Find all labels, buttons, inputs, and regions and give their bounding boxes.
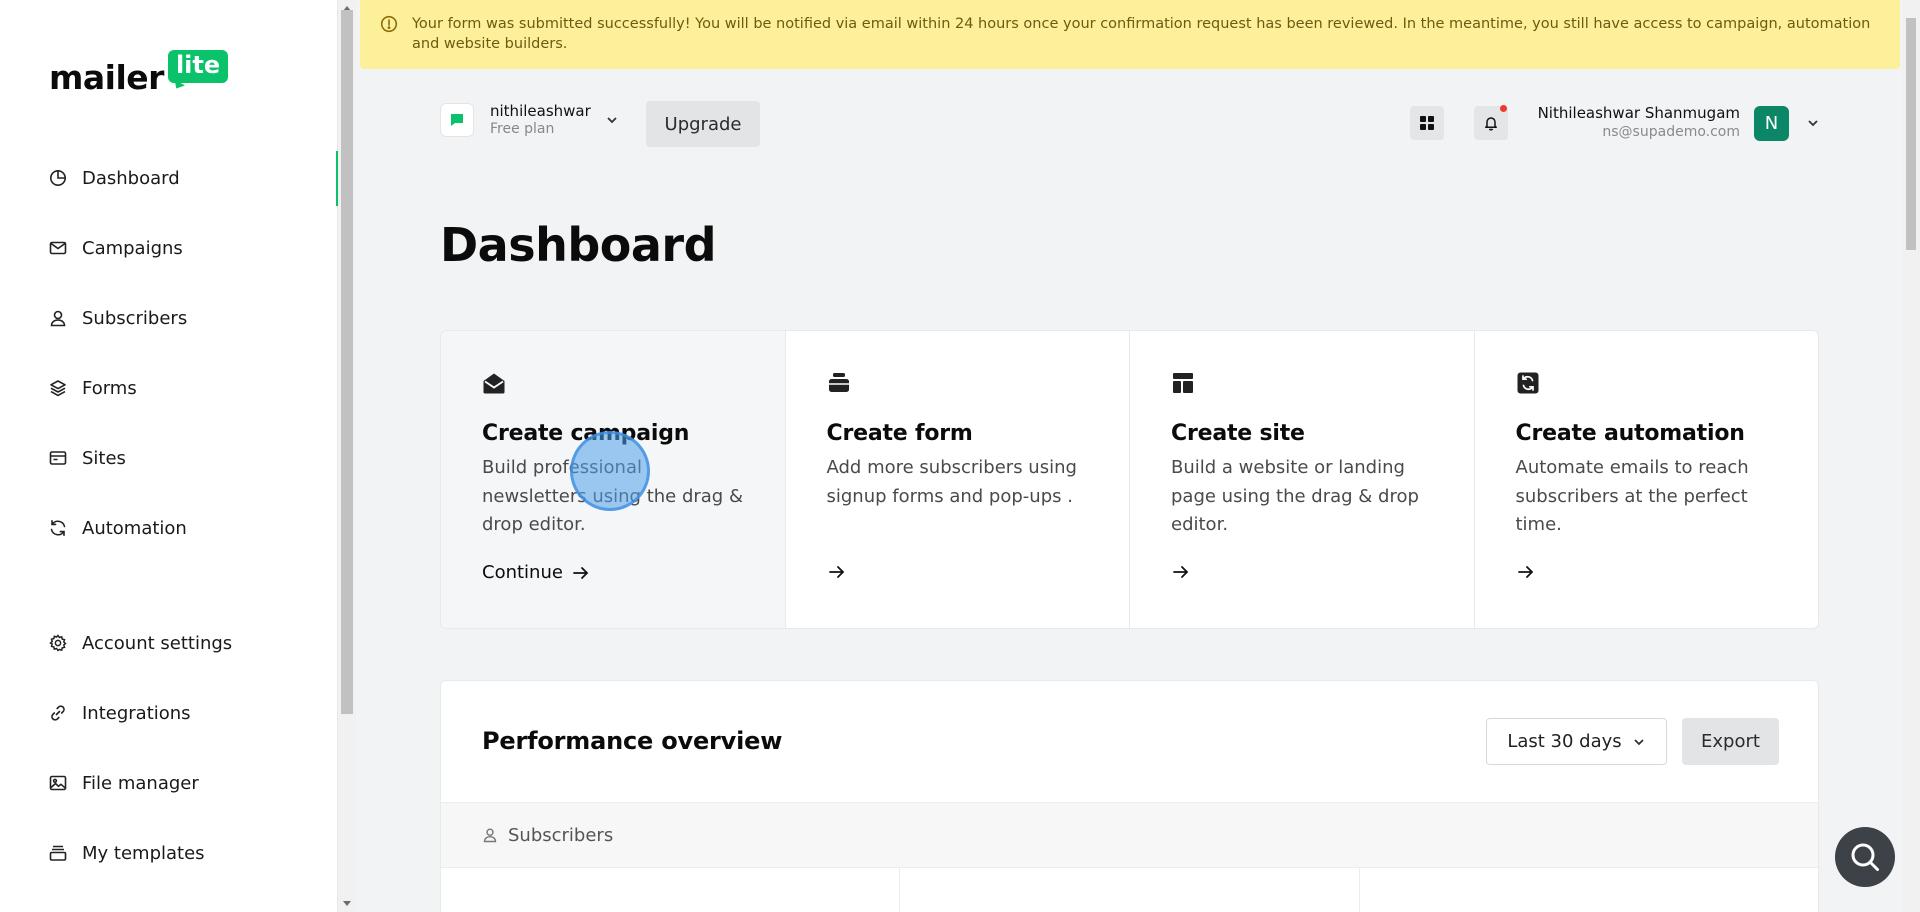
continue-link[interactable]: Continue xyxy=(482,562,591,583)
scroll-down-arrow-icon[interactable] xyxy=(343,901,351,906)
stat-column xyxy=(900,868,1360,912)
user-icon xyxy=(483,828,497,843)
sidebar: mailer lite Dashboard Campaigns Subscrib… xyxy=(0,0,338,912)
logo-badge: lite xyxy=(167,50,229,83)
card-title: Create form xyxy=(826,421,973,446)
layers-icon xyxy=(49,379,67,397)
arrow-right-icon xyxy=(828,566,844,578)
sidebar-item-file-manager[interactable]: File manager xyxy=(49,768,199,798)
notifications-button[interactable] xyxy=(1474,105,1508,140)
sidebar-scrollbar[interactable] xyxy=(338,0,356,912)
user-info[interactable]: Nithileashwar Shanmugam ns@supademo.com xyxy=(1538,103,1740,141)
sidebar-item-label: Dashboard xyxy=(82,167,180,189)
form-stack-icon xyxy=(828,373,849,392)
click-indicator xyxy=(570,431,650,511)
date-range-select[interactable]: Last 30 days xyxy=(1486,718,1667,765)
sidebar-item-forms[interactable]: Forms xyxy=(49,373,137,403)
arrow-right-icon xyxy=(573,566,589,579)
warning-circle-icon xyxy=(380,15,398,33)
dashboard-icon xyxy=(49,169,67,187)
create-form-arrow-link[interactable] xyxy=(827,562,847,582)
create-automation-arrow-link[interactable] xyxy=(1516,562,1536,582)
performance-overview: Performance overview Last 30 days Export… xyxy=(440,680,1819,912)
create-automation-card[interactable]: Create automation Automate emails to rea… xyxy=(1475,331,1819,628)
layout-icon xyxy=(1173,373,1193,393)
sidebar-item-integrations[interactable]: Integrations xyxy=(49,698,191,728)
help-button[interactable] xyxy=(1835,827,1895,887)
tab-label: Subscribers xyxy=(508,824,614,846)
section-title: Performance overview xyxy=(482,727,783,755)
account-name: nithileashwar xyxy=(490,102,591,120)
image-icon xyxy=(49,774,67,792)
logo-word: mailer xyxy=(49,58,164,97)
upgrade-button[interactable]: Upgrade xyxy=(646,101,760,147)
sidebar-item-label: My templates xyxy=(82,842,205,864)
create-site-card[interactable]: Create site Build a website or landing p… xyxy=(1130,331,1475,628)
bell-icon xyxy=(1485,117,1497,131)
sidebar-item-campaigns[interactable]: Campaigns xyxy=(49,233,183,263)
sidebar-item-label: Sites xyxy=(82,447,126,469)
link-icon xyxy=(49,704,67,722)
user-icon xyxy=(49,309,67,327)
sidebar-item-label: Integrations xyxy=(82,702,191,724)
card-description: Automate emails to reach subscribers at … xyxy=(1515,457,1749,535)
subscribers-tab[interactable]: Subscribers xyxy=(441,802,1818,868)
open-envelope-icon xyxy=(483,373,505,394)
account-plan: Free plan xyxy=(490,121,555,137)
sidebar-item-sites[interactable]: Sites xyxy=(49,443,126,473)
chevron-down-icon[interactable] xyxy=(1806,116,1820,130)
stat-column xyxy=(1360,868,1818,912)
browser-icon xyxy=(49,449,67,467)
sidebar-item-label: Forms xyxy=(82,377,137,399)
card-description: Add more subscribers using signup forms … xyxy=(826,457,1077,507)
create-site-arrow-link[interactable] xyxy=(1171,562,1191,582)
envelope-icon xyxy=(49,239,67,257)
refresh-icon xyxy=(49,519,67,537)
continue-label: Continue xyxy=(482,562,563,583)
page-scrollbar[interactable] xyxy=(1902,0,1920,912)
avatar[interactable]: N xyxy=(1754,106,1789,141)
page-scroll-thumb[interactable] xyxy=(1906,18,1916,250)
user-email: ns@supademo.com xyxy=(1602,124,1740,140)
page-title: Dashboard xyxy=(440,218,717,272)
arrow-right-icon xyxy=(1517,566,1533,578)
sidebar-scroll-thumb[interactable] xyxy=(341,10,353,714)
sidebar-item-automation[interactable]: Automation xyxy=(49,513,187,543)
automation-icon xyxy=(1517,372,1538,394)
card-title: Create site xyxy=(1171,421,1305,446)
sidebar-item-label: Automation xyxy=(82,517,187,539)
template-icon xyxy=(49,844,67,862)
search-icon xyxy=(1851,843,1879,871)
date-range-label: Last 30 days xyxy=(1507,731,1622,752)
card-title: Create automation xyxy=(1515,421,1745,446)
success-banner: Your form was submitted successfully! Yo… xyxy=(360,0,1900,69)
user-name: Nithileashwar Shanmugam xyxy=(1537,104,1740,122)
card-description: Build a website or landing page using th… xyxy=(1171,457,1419,535)
banner-text: Your form was submitted successfully! Yo… xyxy=(412,16,1871,52)
create-form-card[interactable]: Create form Add more subscribers using s… xyxy=(786,331,1130,628)
apps-button[interactable] xyxy=(1410,106,1444,140)
chat-bubble-icon xyxy=(451,114,463,126)
export-button[interactable]: Export xyxy=(1682,718,1779,765)
gear-icon xyxy=(49,634,67,652)
stat-column xyxy=(441,868,901,912)
sidebar-item-label: Subscribers xyxy=(82,307,188,329)
mailerlite-logo[interactable]: mailer lite xyxy=(49,50,229,97)
sidebar-item-my-templates[interactable]: My templates xyxy=(49,838,205,868)
arrow-right-icon xyxy=(1173,566,1189,578)
account-logo xyxy=(440,103,474,137)
account-switcher[interactable]: nithileashwar Free plan xyxy=(440,102,619,138)
stats-columns xyxy=(441,868,1818,912)
chevron-down-icon xyxy=(1634,738,1644,745)
sidebar-item-account-settings[interactable]: Account settings xyxy=(49,628,232,658)
grid-icon xyxy=(1420,116,1434,130)
sidebar-item-dashboard[interactable]: Dashboard xyxy=(49,163,180,193)
sidebar-item-label: File manager xyxy=(82,772,199,794)
sidebar-item-subscribers[interactable]: Subscribers xyxy=(49,303,187,333)
sidebar-item-label: Account settings xyxy=(82,632,233,654)
notification-dot xyxy=(1500,105,1507,112)
chevron-down-icon xyxy=(607,117,617,124)
sidebar-item-label: Campaigns xyxy=(82,237,183,259)
